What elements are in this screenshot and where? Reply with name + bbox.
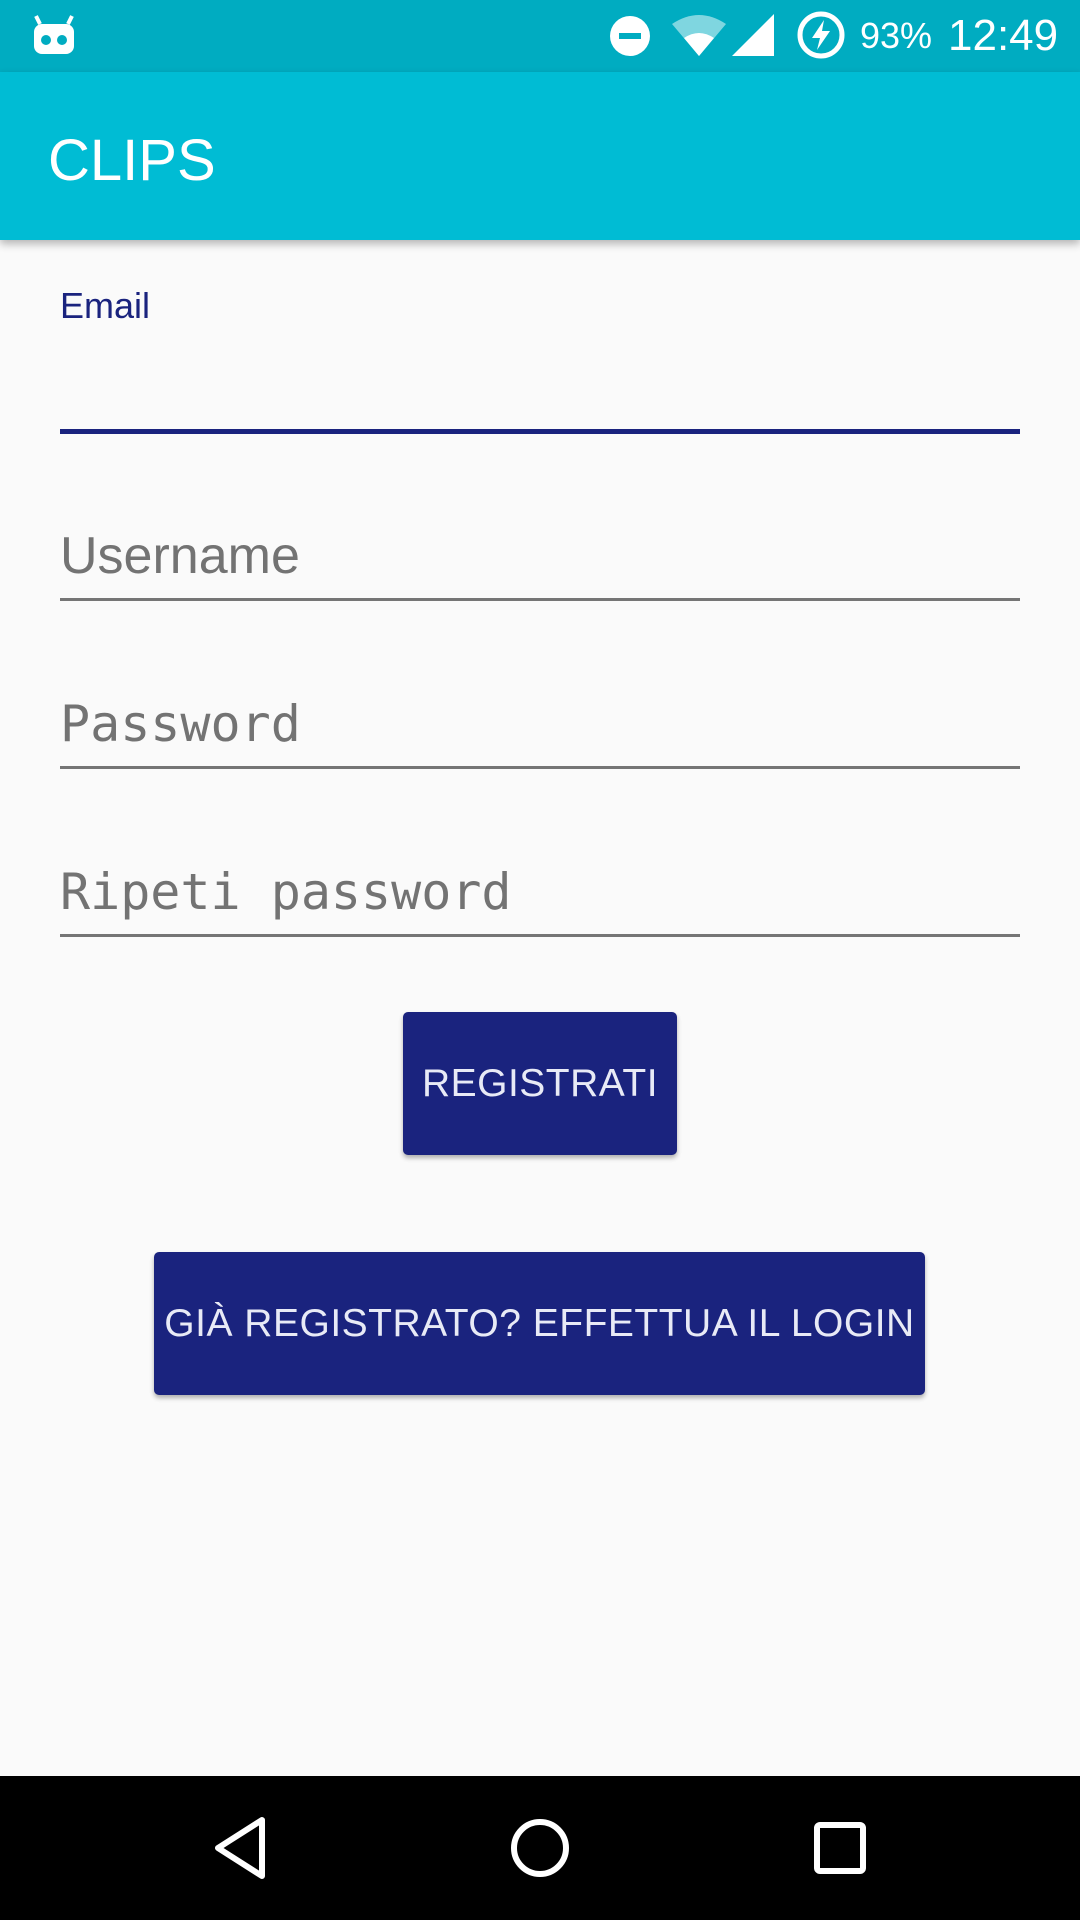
password-field [60,684,1020,774]
username-input[interactable] [60,516,1020,596]
app-title: CLIPS [48,128,216,193]
status-bar: 93% 12:49 [0,0,1080,72]
navigation-bar [0,1776,1080,1920]
email-field: Email [60,286,1020,436]
email-label: Email [60,285,151,326]
android-robot-icon [34,15,74,54]
register-button[interactable]: REGISTRATI [403,1012,677,1155]
password-underline [60,766,1020,769]
battery-percent: 93% [860,15,933,56]
clock-time: 12:49 [948,11,1059,60]
wifi-icon [672,15,726,56]
do-not-disturb-icon [610,16,650,56]
repeat-password-input[interactable] [60,852,1020,932]
repeat-password-underline [60,934,1020,937]
username-field [60,516,1020,606]
home-icon[interactable] [500,1808,580,1888]
app-bar: CLIPS [0,72,1080,240]
back-icon[interactable] [200,1808,280,1888]
email-underline [60,429,1020,434]
password-input[interactable] [60,684,1020,764]
recents-icon[interactable] [800,1808,880,1888]
email-input[interactable] [60,346,1020,416]
battery-charging-icon [797,11,845,59]
cell-signal-icon [732,14,774,56]
repeat-password-field [60,852,1020,942]
login-button[interactable]: GIÀ REGISTRATO? EFFETTUA IL LOGIN [154,1252,925,1395]
username-underline [60,598,1020,601]
